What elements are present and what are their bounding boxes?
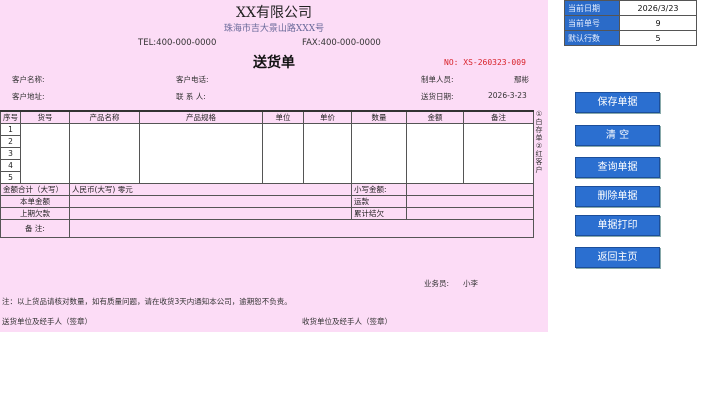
total-upper-label: 金额合计（大写） <box>0 183 70 196</box>
print-button[interactable]: 单据打印 <box>575 215 660 236</box>
remark-row: 备 注: <box>0 219 534 238</box>
summary-row: 金额合计（大写） 人民币(大写) 零元 小写金额: <box>0 183 534 196</box>
delivery-date-label: 送货日期: <box>421 92 454 101</box>
unit-cell[interactable] <box>262 123 304 184</box>
current-number-label: 当前单号 <box>564 15 620 31</box>
col-header: 金额 <box>406 110 464 124</box>
col-header: 货号 <box>20 110 70 124</box>
col-header: 产品名称 <box>69 110 140 124</box>
remark-cell[interactable] <box>463 123 534 184</box>
summary-row: 本单金额 运款 <box>0 195 534 208</box>
clear-button[interactable]: 清 空 <box>575 125 660 146</box>
contact-label: 联 系 人: <box>176 92 206 101</box>
col-header: 单价 <box>303 110 352 124</box>
current-date-value: 2026/3/23 <box>619 0 697 16</box>
row-number: 2 <box>0 135 21 148</box>
query-button[interactable]: 查询单据 <box>575 157 660 178</box>
unit-price-cell[interactable] <box>303 123 352 184</box>
copy-note: ①白存单 ②红客户 <box>535 110 543 174</box>
receiver-signature: 收货单位及经手人（签章） <box>302 317 392 326</box>
last-owed-value[interactable] <box>69 207 352 220</box>
small-amount-value[interactable] <box>406 183 534 196</box>
delete-button[interactable]: 删除单据 <box>575 186 660 207</box>
row-number: 1 <box>0 123 21 136</box>
salesman-value[interactable]: 小李 <box>463 278 478 289</box>
item-code-cell[interactable] <box>20 123 70 184</box>
remark-label: 备 注: <box>0 219 70 238</box>
customer-name-label: 客户名称: <box>12 75 45 84</box>
footer-note: 注：以上货品请核对数量，如有质量问题，请在收货3天内通知本公司，逾期恕不负责。 <box>2 297 292 306</box>
document-number: NO: XS-260323-009 <box>444 58 526 67</box>
sender-signature: 送货单位及经手人（签章） <box>2 317 92 326</box>
company-tel: TEL:400-000-0000 <box>138 38 217 48</box>
home-button[interactable]: 返回主页 <box>575 247 660 268</box>
col-header: 序号 <box>0 110 21 124</box>
save-button[interactable]: 保存单据 <box>575 92 660 113</box>
info-row: 当前日期 2026/3/23 <box>564 0 697 16</box>
table-header-row: 序号 货号 产品名称 产品规格 单位 单价 数量 金额 备注 <box>0 110 534 124</box>
salesman-label: 业务员: <box>424 279 450 288</box>
delivery-date-value[interactable]: 2026-3-23 <box>488 91 527 100</box>
freight-value[interactable] <box>406 195 534 208</box>
currency-label: 人民币(大写) <box>72 185 116 194</box>
maker-value[interactable]: 鄢彬 <box>514 74 529 85</box>
default-rows-label: 默认行数 <box>564 30 620 46</box>
small-amount-label: 小写金额: <box>351 183 407 196</box>
row-number: 4 <box>0 159 21 172</box>
customer-phone-label: 客户电话: <box>176 75 209 84</box>
last-owed-label: 上期欠款 <box>0 207 70 220</box>
freight-label: 运款 <box>351 195 407 208</box>
current-date-label: 当前日期 <box>564 0 620 16</box>
info-row: 默认行数 5 <box>564 30 697 46</box>
amount-cell[interactable] <box>406 123 464 184</box>
table-row[interactable]: 1 <box>0 123 534 184</box>
customer-address-label: 客户地址: <box>12 92 45 101</box>
total-upper-value-cell[interactable]: 人民币(大写) 零元 <box>69 183 352 196</box>
cum-owed-label: 累计结欠 <box>351 207 407 220</box>
remark-value[interactable] <box>69 219 534 238</box>
cum-owed-value[interactable] <box>406 207 534 220</box>
col-header: 产品规格 <box>139 110 263 124</box>
row-number: 5 <box>0 171 21 184</box>
current-amount-value[interactable] <box>69 195 352 208</box>
company-name: XX有限公司 <box>236 5 312 21</box>
delivery-note-sheet: XX有限公司 珠海市吉大景山路XXX号 TEL:400-000-0000 FAX… <box>0 0 548 332</box>
col-header: 数量 <box>351 110 407 124</box>
info-row: 当前单号 9 <box>564 15 697 31</box>
current-amount-label: 本单金额 <box>0 195 70 208</box>
col-header: 单位 <box>262 110 304 124</box>
quantity-cell[interactable] <box>351 123 407 184</box>
current-number-value: 9 <box>619 15 697 31</box>
company-address: 珠海市吉大景山路XXX号 <box>223 24 325 34</box>
maker-label: 制单人员: <box>421 75 454 84</box>
currency-value: 零元 <box>117 185 133 194</box>
product-spec-cell[interactable] <box>139 123 263 184</box>
product-name-cell[interactable] <box>69 123 140 184</box>
items-table: 序号 货号 产品名称 产品规格 单位 单价 数量 金额 备注 1 2 3 4 5… <box>0 110 534 238</box>
col-header: 备注 <box>463 110 534 124</box>
default-rows-value[interactable]: 5 <box>619 30 697 46</box>
info-panel: 当前日期 2026/3/23 当前单号 9 默认行数 5 <box>564 0 697 46</box>
row-number: 3 <box>0 147 21 160</box>
summary-row: 上期欠款 累计结欠 <box>0 207 534 220</box>
company-fax: FAX:400-000-0000 <box>302 38 381 48</box>
